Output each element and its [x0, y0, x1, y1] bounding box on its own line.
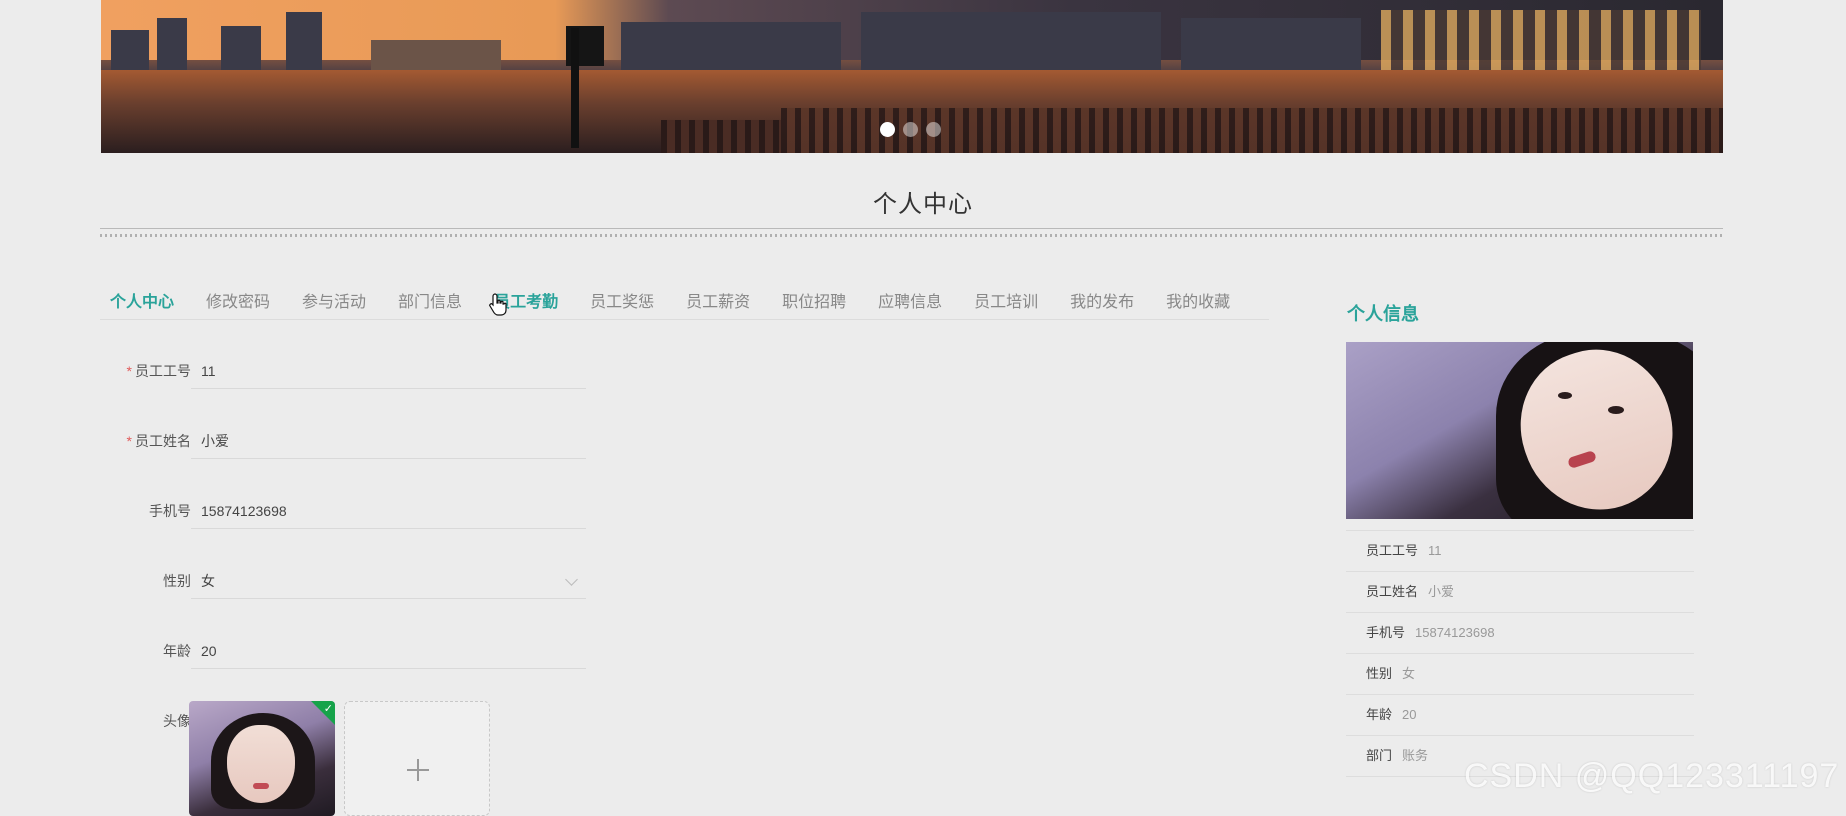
phone-input[interactable]: 15874123698 [191, 491, 586, 529]
form-label-phone: 手机号 [149, 503, 191, 519]
tab-change-password[interactable]: 修改密码 [196, 284, 280, 319]
banner-building [621, 22, 841, 70]
tab-join-activity[interactable]: 参与活动 [292, 284, 376, 319]
tab-my-favorites[interactable]: 我的收藏 [1156, 284, 1240, 319]
upload-add-button[interactable] [344, 701, 490, 816]
uploaded-avatar-thumbnail[interactable]: ✓ [189, 701, 335, 816]
banner-building [1181, 18, 1361, 70]
form-label-gender: 性别 [163, 573, 191, 589]
label-text: 员工工号 [135, 363, 191, 379]
hand-cursor-icon [489, 293, 507, 316]
banner-building [111, 30, 149, 70]
title-divider [100, 228, 1723, 238]
profile-info-list: 员工工号 11 员工姓名 小爱 手机号 15874123698 性别女 年龄 20 部门… [1346, 530, 1694, 777]
tab-applications[interactable]: 应聘信息 [868, 284, 952, 319]
form-label-age: 年龄 [163, 643, 191, 659]
tab-training[interactable]: 员工培训 [964, 284, 1048, 319]
banner-building [221, 26, 261, 70]
gender-select[interactable]: 女 [191, 561, 586, 599]
label-text: 员工姓名 [135, 433, 191, 449]
carousel-dot[interactable] [926, 122, 941, 137]
watermark: CSDN @QQ123311197 [1464, 757, 1840, 795]
tab-salary[interactable]: 员工薪资 [676, 284, 760, 319]
info-row-age: 年龄 20 [1346, 695, 1694, 736]
carousel-dot[interactable] [880, 122, 895, 137]
tab-recruitment[interactable]: 职位招聘 [772, 284, 856, 319]
chevron-down-icon [565, 573, 578, 586]
form-label-employee-id: * 员工工号 [100, 351, 191, 391]
employee-name-input[interactable]: 小爱 [191, 421, 586, 459]
tab-personal-center[interactable]: 个人中心 [100, 284, 184, 319]
banner-building [286, 12, 322, 70]
gender-select-value: 女 [201, 573, 215, 589]
form-label-employee-name: * 员工姓名 [100, 421, 191, 461]
banner-lamp-post [571, 28, 579, 148]
info-row-employee-name: 员工姓名 小爱 [1346, 572, 1694, 613]
banner-building [861, 12, 1161, 70]
info-row-phone: 手机号 15874123698 [1346, 613, 1694, 654]
info-row-employee-id: 员工工号 11 [1346, 530, 1694, 572]
tab-rewards-penalties[interactable]: 员工奖惩 [580, 284, 664, 319]
info-row-gender: 性别女 [1346, 654, 1694, 695]
form-label-avatar: 头像 [163, 713, 191, 729]
banner-building [371, 40, 501, 70]
tab-department-info[interactable]: 部门信息 [388, 284, 472, 319]
required-mark: * [126, 363, 132, 379]
check-icon: ✓ [323, 703, 333, 715]
banner-building [157, 18, 187, 70]
carousel-indicators [880, 122, 941, 137]
tab-my-posts[interactable]: 我的发布 [1060, 284, 1144, 319]
banner-railing [661, 120, 781, 153]
carousel-dot[interactable] [903, 122, 918, 137]
age-input[interactable]: 20 [191, 631, 586, 669]
required-mark: * [126, 433, 132, 449]
employee-id-input[interactable]: 11 [191, 351, 586, 389]
profile-avatar [1346, 342, 1693, 519]
tab-bar: 个人中心 修改密码 参与活动 部门信息 员工考勤 员工奖惩 员工薪资 职位招聘 … [100, 284, 1269, 320]
panel-title: 个人信息 [1347, 304, 1419, 324]
page-title: 个人中心 [873, 191, 973, 218]
